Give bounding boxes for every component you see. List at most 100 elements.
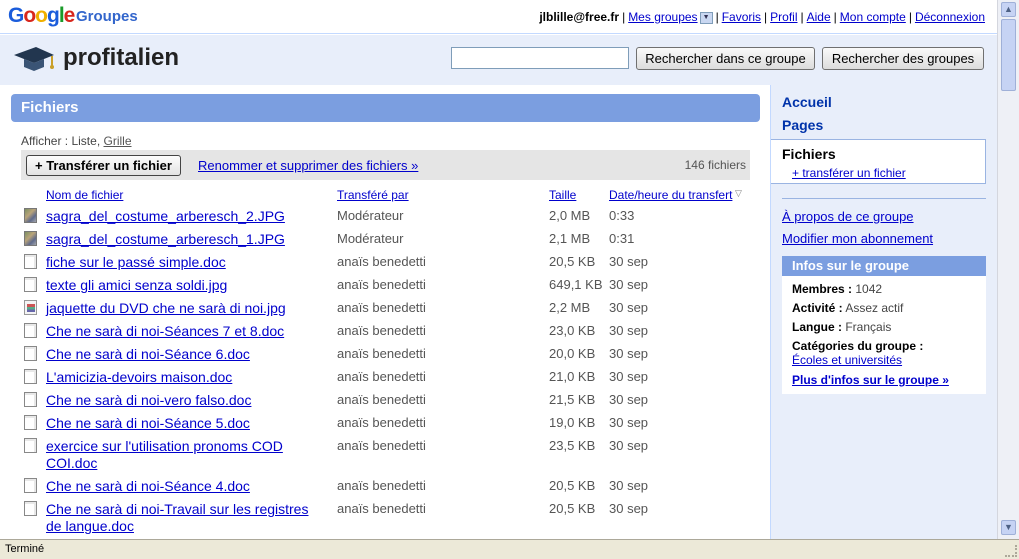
categories-label: Catégories du groupe : bbox=[792, 339, 924, 353]
scrollbar-thumb[interactable] bbox=[1001, 19, 1016, 91]
logout-link[interactable]: Déconnexion bbox=[915, 10, 985, 24]
uploaded-by: anaïs benedetti bbox=[337, 300, 426, 315]
sidebar-item-files-label: Fichiers bbox=[782, 146, 836, 162]
table-row: exercice sur l'utilisation pronoms COD C… bbox=[21, 435, 750, 475]
status-text: Terminé bbox=[5, 543, 45, 555]
image-file-icon bbox=[24, 300, 37, 315]
top-bar: Google Groupes jlblille@free.fr | Mes grou… bbox=[0, 0, 997, 34]
display-options: Afficher : Liste, Grille bbox=[21, 134, 132, 148]
chevron-down-icon[interactable]: ▼ bbox=[699, 11, 713, 24]
files-action-bar: + Transférer un fichier Renommer et supp… bbox=[21, 150, 750, 180]
file-name-link[interactable]: L'amicizia-devoirs maison.doc bbox=[46, 369, 316, 386]
language-label: Langue : bbox=[792, 320, 842, 334]
sort-by-name-link[interactable]: Nom de fichier bbox=[46, 188, 123, 202]
sidebar-item-pages[interactable]: Pages bbox=[782, 117, 823, 133]
categories-info: Catégories du groupe : bbox=[792, 339, 923, 353]
my-groups-link[interactable]: Mes groupes bbox=[628, 10, 697, 24]
uploaded-by: anaïs benedetti bbox=[337, 478, 426, 493]
file-count: 146 fichiers bbox=[684, 158, 746, 172]
search-groups-button[interactable]: Rechercher des groupes bbox=[822, 47, 984, 70]
browser-viewport: Google Groupes jlblille@free.fr | Mes grou… bbox=[0, 0, 997, 539]
grid-view-link[interactable]: Grille bbox=[104, 134, 132, 148]
sidebar-upload-link[interactable]: + transférer un fichier bbox=[792, 166, 906, 180]
language-info: Langue : Français bbox=[792, 320, 891, 334]
file-size: 20,0 KB bbox=[549, 346, 596, 361]
table-row: Che ne sarà di noi-Séance 6.doc anaïs be… bbox=[21, 343, 750, 366]
uploaded-by: Modérateur bbox=[337, 208, 404, 223]
file-size: 20,5 KB bbox=[549, 254, 596, 269]
sidebar-item-home[interactable]: Accueil bbox=[782, 94, 832, 110]
table-row: Che ne sarà di noi-Séance 4.doc anaïs be… bbox=[21, 475, 750, 498]
edit-subscription-link[interactable]: Modifier mon abonnement bbox=[782, 231, 933, 246]
table-row: sagra_del_costume_arberesch_1.JPG Modéra… bbox=[21, 228, 750, 251]
uploaded-by: Modérateur bbox=[337, 231, 404, 246]
file-name-link[interactable]: sagra_del_costume_arberesch_1.JPG bbox=[46, 231, 316, 248]
upload-date: 30 sep bbox=[609, 392, 649, 407]
scroll-up-arrow-icon[interactable]: ▲ bbox=[1001, 2, 1016, 17]
sidebar-item-files[interactable]: Fichiers + transférer un fichier bbox=[771, 139, 986, 184]
file-name-link[interactable]: Che ne sarà di noi-Séance 4.doc bbox=[46, 478, 316, 495]
sidebar-divider bbox=[782, 198, 986, 199]
rename-delete-files-link[interactable]: Renommer et supprimer des fichiers » bbox=[198, 158, 418, 173]
group-title: profitalien bbox=[63, 44, 180, 71]
upload-date: 30 sep bbox=[609, 478, 649, 493]
members-info: Membres : 1042 bbox=[792, 282, 882, 296]
scroll-down-arrow-icon[interactable]: ▼ bbox=[1001, 520, 1016, 535]
google-logo[interactable]: Google bbox=[8, 4, 75, 28]
table-row: Che ne sarà di noi-Travail sur les regis… bbox=[21, 498, 750, 538]
more-group-info-link[interactable]: Plus d'infos sur le groupe » bbox=[792, 373, 949, 387]
about-group-link[interactable]: À propos de ce groupe bbox=[782, 209, 914, 224]
file-name-link[interactable]: jaquette du DVD che ne sarà di noi.jpg bbox=[46, 300, 316, 317]
upload-date: 0:31 bbox=[609, 231, 635, 246]
display-label: Afficher : Liste, bbox=[21, 134, 101, 148]
file-name-link[interactable]: Che ne sarà di noi-Séance 6.doc bbox=[46, 346, 316, 363]
sort-by-size-link[interactable]: Taille bbox=[549, 188, 576, 202]
table-row: texte gli amici senza soldi.jpg anaïs be… bbox=[21, 274, 750, 297]
account-link[interactable]: Mon compte bbox=[840, 10, 906, 24]
document-icon bbox=[24, 478, 37, 493]
uploaded-by: anaïs benedetti bbox=[337, 323, 426, 338]
resize-grip-icon[interactable] bbox=[1005, 545, 1017, 557]
sort-by-uploader-link[interactable]: Transféré par bbox=[337, 188, 409, 202]
table-row: L'amicizia-devoirs maison.doc anaïs bene… bbox=[21, 366, 750, 389]
sort-descending-icon: ▽ bbox=[735, 188, 742, 198]
group-sidebar: Accueil Pages Fichiers + transférer un f… bbox=[770, 85, 997, 539]
file-name-link[interactable]: Che ne sarà di noi-Séances 7 et 8.doc bbox=[46, 323, 316, 340]
separator: | bbox=[800, 10, 804, 24]
profile-link[interactable]: Profil bbox=[770, 10, 797, 24]
file-size: 2,2 MB bbox=[549, 300, 591, 315]
user-links: jlblille@free.fr | Mes groupes ▼ | Favoris | Pr… bbox=[539, 10, 985, 24]
files-heading: Fichiers bbox=[11, 94, 760, 122]
favorites-link[interactable]: Favoris bbox=[722, 10, 761, 24]
file-size: 20,5 KB bbox=[549, 501, 596, 516]
sort-by-date-link[interactable]: Date/heure du transfert bbox=[609, 188, 732, 202]
file-name-link[interactable]: Che ne sarà di noi-Séance 5.doc bbox=[46, 415, 316, 432]
document-icon bbox=[24, 277, 37, 292]
file-name-link[interactable]: fiche sur le passé simple.doc bbox=[46, 254, 316, 271]
file-name-link[interactable]: Che ne sarà di noi-vero falso.doc bbox=[46, 392, 316, 409]
image-thumbnail-icon bbox=[24, 208, 37, 223]
upload-file-button[interactable]: + Transférer un fichier bbox=[26, 155, 181, 176]
search-input[interactable] bbox=[451, 47, 629, 69]
document-icon bbox=[24, 438, 37, 453]
file-name-link[interactable]: exercice sur l'utilisation pronoms COD C… bbox=[46, 438, 316, 472]
vertical-scrollbar[interactable]: ▲ ▼ bbox=[997, 0, 1019, 539]
separator: | bbox=[622, 10, 626, 24]
browser-status-bar: Terminé bbox=[0, 539, 1019, 559]
help-link[interactable]: Aide bbox=[807, 10, 831, 24]
file-name-link[interactable]: sagra_del_costume_arberesch_2.JPG bbox=[46, 208, 316, 225]
file-name-link[interactable]: texte gli amici senza soldi.jpg bbox=[46, 277, 316, 294]
search-in-group-button[interactable]: Rechercher dans ce groupe bbox=[636, 47, 815, 70]
separator: | bbox=[715, 10, 719, 24]
category-link[interactable]: Écoles et universités bbox=[792, 353, 902, 367]
file-size: 21,5 KB bbox=[549, 392, 596, 407]
file-name-link[interactable]: Che ne sarà di noi-Travail sur les regis… bbox=[46, 501, 316, 535]
logo-product-name: Groupes bbox=[76, 8, 138, 25]
file-size: 649,1 KB bbox=[549, 277, 603, 292]
logo-letter: o bbox=[35, 4, 48, 27]
upload-date: 30 sep bbox=[609, 438, 649, 453]
members-value: 1042 bbox=[855, 282, 883, 296]
logo-letter: o bbox=[23, 4, 36, 27]
upload-date: 30 sep bbox=[609, 300, 649, 315]
file-size: 23,5 KB bbox=[549, 438, 596, 453]
